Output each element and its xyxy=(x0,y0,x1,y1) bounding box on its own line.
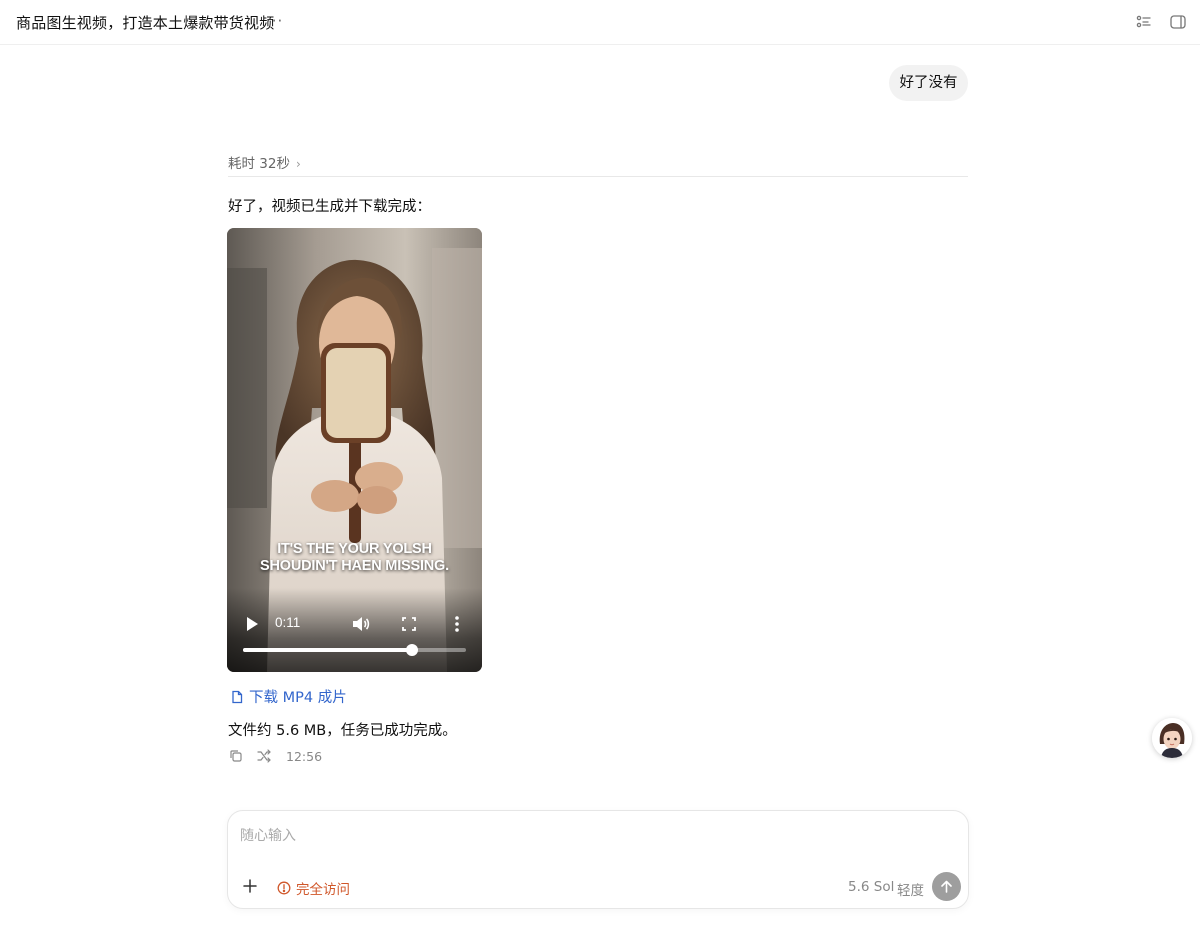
full-access-label: 完全访问 xyxy=(296,882,350,898)
send-button[interactable] xyxy=(932,872,961,901)
divider xyxy=(228,176,968,177)
assistant-avatar[interactable] xyxy=(1152,718,1192,758)
message-composer: 完全访问 5.6 Sol 轻度 xyxy=(227,810,969,909)
effort-selector[interactable]: 轻度 xyxy=(897,879,924,899)
file-info-text: 文件约 5.6 MB，任务已成功完成。 xyxy=(228,723,457,739)
video-current-time: 0:11 xyxy=(275,615,301,630)
share-icon[interactable] xyxy=(256,748,272,764)
plus-icon[interactable] xyxy=(241,877,259,895)
video-menu-icon[interactable] xyxy=(451,615,463,633)
download-mp4-link[interactable]: 下载 MP4 成片 xyxy=(230,686,347,707)
message-input[interactable] xyxy=(240,825,940,847)
fullscreen-icon[interactable] xyxy=(401,615,417,633)
copy-icon[interactable] xyxy=(228,748,244,764)
more-options-button[interactable]: ··· xyxy=(266,12,283,30)
chevron-right-icon: › xyxy=(295,157,301,171)
page-title: 商品图生视频，打造本土爆款带货视频 xyxy=(16,14,275,32)
video-caption-line1: IT'S THE YOUR YOLSH xyxy=(277,541,432,557)
assistant-reply-text: 好了，视频已生成并下载完成： xyxy=(228,199,431,215)
volume-icon[interactable] xyxy=(351,614,371,634)
checklist-icon[interactable] xyxy=(1135,13,1153,31)
file-icon xyxy=(232,690,243,703)
user-message-bubble: 好了没有 xyxy=(889,65,968,101)
model-selector[interactable]: 5.6 Sol xyxy=(848,879,894,895)
message-timestamp: 12:56 xyxy=(286,748,323,764)
play-icon[interactable] xyxy=(245,616,259,632)
video-caption-line2: SHOUDIN'T HAEN MISSING. xyxy=(260,558,449,574)
elapsed-label: 耗时 32秒 xyxy=(228,156,290,172)
arrow-up-icon xyxy=(941,880,952,893)
video-progress-bar[interactable] xyxy=(243,644,466,656)
video-player[interactable]: IT'S THE YOUR YOLSH SHOUDIN'T HAEN MISSI… xyxy=(227,228,482,672)
download-label: 下载 MP4 成片 xyxy=(249,690,347,706)
progress-fill xyxy=(243,648,413,652)
top-bar: 商品图生视频，打造本土爆款带货视频 ··· xyxy=(0,0,1200,45)
full-access-button[interactable]: 完全访问 xyxy=(277,878,350,898)
message-actions: 12:56 xyxy=(228,747,322,765)
warning-icon xyxy=(277,881,291,895)
sidebar-panel-icon[interactable] xyxy=(1169,13,1187,31)
elapsed-time-toggle[interactable]: 耗时 32秒 › xyxy=(228,152,301,172)
